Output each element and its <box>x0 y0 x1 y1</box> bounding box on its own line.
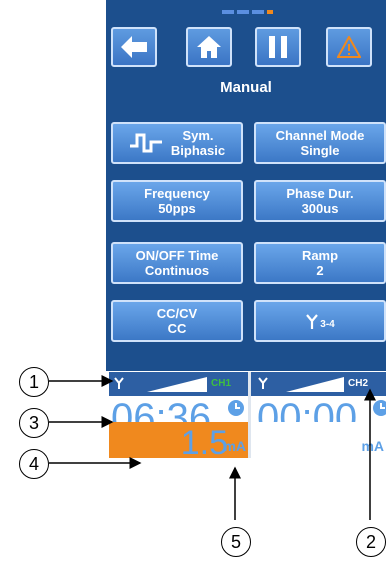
callout-5: 5 <box>221 527 251 557</box>
callout-3: 3 <box>19 408 49 438</box>
callout-2: 2 <box>356 527 386 557</box>
callout-4: 4 <box>19 449 49 479</box>
callout-leaders <box>49 375 376 520</box>
callout-1: 1 <box>19 367 49 397</box>
